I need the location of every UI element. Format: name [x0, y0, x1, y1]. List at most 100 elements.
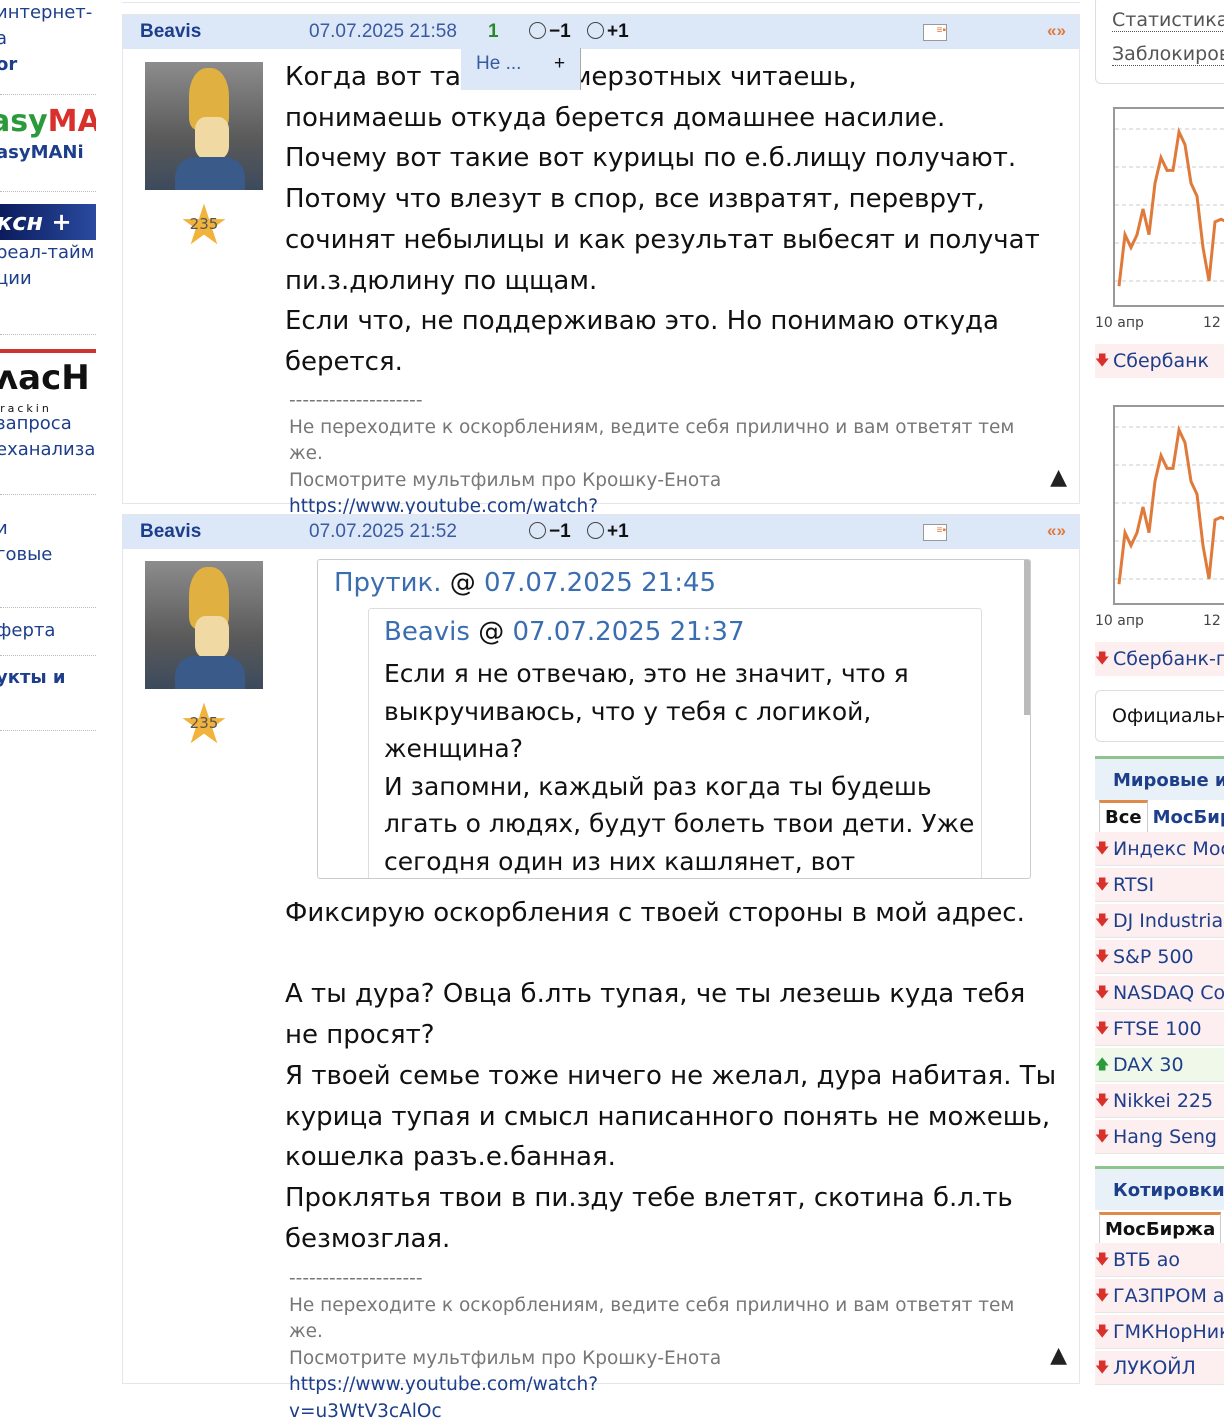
popup-label[interactable]: Не ...	[476, 53, 521, 75]
vote-plus-radio[interactable]: +1	[587, 21, 629, 43]
chart-ticker-sberbank[interactable]: 🡇 Сбербанк	[1095, 344, 1224, 378]
right-sidebar: Статистика п Заблокирова 10 апр 12 🡇Сбер…	[1095, 0, 1224, 1392]
ticker-name[interactable]: ГАЗПРОМ ао	[1113, 1285, 1224, 1307]
stock-chart[interactable]	[1113, 405, 1224, 605]
ticker-row[interactable]: 🡇 ЛУКОЙЛ	[1095, 1351, 1224, 1385]
ticker-row[interactable]: 🡇 FTSE 100	[1095, 1012, 1224, 1046]
arrow-down-icon: 🡇	[1095, 1021, 1110, 1037]
warning-icon[interactable]: ▲	[1050, 465, 1067, 490]
sidebar-text[interactable]: or	[0, 52, 96, 78]
ticker-name[interactable]: Индекс МосБ	[1113, 838, 1224, 860]
ticker-row[interactable]: 🡇 Nikkei 225	[1095, 1084, 1224, 1118]
ticker-row[interactable]: 🡇 RTSI	[1095, 868, 1224, 902]
post-date[interactable]: 07.07.2025 21:58	[309, 21, 457, 43]
arrow-down-icon: 🡇	[1095, 913, 1110, 929]
blocked-link[interactable]: Заблокирова	[1112, 43, 1224, 66]
arrow-down-icon: 🡇	[1095, 949, 1110, 965]
avatar[interactable]	[145, 62, 263, 190]
ticker-row[interactable]: 🡇 ГМКНорНик	[1095, 1315, 1224, 1349]
sidebar-text[interactable]: реал-тайм	[0, 240, 96, 266]
sidebar-block[interactable]: и говые	[0, 516, 96, 608]
avatar[interactable]	[145, 561, 263, 689]
post-author[interactable]: Beavis	[140, 21, 201, 43]
ticker-name[interactable]: Hang Seng	[1113, 1126, 1217, 1148]
sidebar-text[interactable]: интернет-	[0, 0, 96, 26]
quote-icon[interactable]: «»	[1047, 21, 1066, 41]
post-text: Фиксирую оскорбления с твоей стороны в м…	[285, 898, 1057, 1254]
sidebar-block-tracking[interactable]: ʌacHTrackin запроса еханализа	[0, 345, 96, 495]
chart-ticker-sberbank-p[interactable]: 🡇 Сбербанк-п	[1095, 642, 1224, 676]
quote-author[interactable]: Прутик.	[334, 568, 441, 598]
rating-popup[interactable]: Не ... +	[461, 48, 581, 90]
ticker-row[interactable]: 🡅 DAX 30	[1095, 1048, 1224, 1082]
popup-plus-button[interactable]: +	[554, 53, 565, 75]
sidebar-text[interactable]: ции	[0, 266, 96, 292]
ticker-row[interactable]: 🡇 ГАЗПРОМ ао	[1095, 1279, 1224, 1313]
ticker-row[interactable]: 🡇NASDAQ Con	[1095, 976, 1224, 1010]
vote-minus-radio[interactable]: −1	[529, 521, 571, 543]
quote-date[interactable]: 07.07.2025 21:45	[484, 568, 716, 598]
ticker-name[interactable]: ВТБ ао	[1113, 1249, 1180, 1271]
vote-minus-radio[interactable]: −1	[529, 21, 571, 43]
tab-all[interactable]: Все	[1099, 800, 1148, 833]
quote-icon[interactable]: «»	[1047, 521, 1066, 541]
quote-author[interactable]: Beavis	[384, 617, 470, 647]
report-icon[interactable]: ≡▪	[923, 24, 947, 41]
vote-plus-radio[interactable]: +1	[587, 521, 629, 543]
quote-block[interactable]: Прутик. @ 07.07.2025 21:45 Beavis @ 07.0…	[317, 559, 1031, 879]
sidebar-text[interactable]: и	[0, 516, 96, 542]
previous-post-edge	[122, 0, 1080, 3]
ticker-row[interactable]: 🡇 S&P 500	[1095, 940, 1224, 974]
ticker-row[interactable]: 🡇 ВТБ ао	[1095, 1243, 1224, 1277]
sidebar-block-metastock[interactable]: ксн + реал-тайм ции	[0, 200, 96, 335]
easymani-logo[interactable]: asyMAN	[0, 104, 96, 140]
tracking-logo[interactable]: ʌacHTrackin	[0, 349, 96, 415]
ticker-name[interactable]: NASDAQ Con	[1113, 982, 1224, 1004]
ticker-name[interactable]: ЛУКОЙЛ	[1113, 1357, 1196, 1379]
sidebar-block-easymani[interactable]: asyMAN asyMANi	[0, 100, 96, 192]
metastock-logo[interactable]: ксн +	[0, 204, 96, 240]
sidebar-text[interactable]: укты и	[0, 665, 96, 691]
arrow-down-icon: 🡇	[1095, 1093, 1110, 1109]
ticker-name[interactable]: ГМКНорНик	[1113, 1321, 1224, 1343]
post-header: Beavis 07.07.2025 21:58 1 −1 +1 ≡▪ «»	[123, 15, 1079, 49]
youtube-link[interactable]: https://www.youtube.com/watch? v=u3WtV3c…	[289, 1374, 598, 1422]
sidebar-text[interactable]: еханализа	[0, 437, 96, 463]
ticker-row[interactable]: 🡇 Hang Seng	[1095, 1120, 1224, 1154]
post-date[interactable]: 07.07.2025 21:52	[309, 521, 457, 543]
x-tick-label: 12	[1203, 315, 1221, 331]
ticker-name[interactable]: Nikkei 225	[1113, 1090, 1213, 1112]
sidebar-text[interactable]: запроса	[0, 411, 96, 437]
sidebar-text[interactable]: говые	[0, 542, 96, 568]
warning-icon[interactable]: ▲	[1050, 1343, 1067, 1368]
price-line	[1117, 126, 1224, 287]
ticker-name[interactable]: RTSI	[1113, 874, 1154, 896]
sidebar-block[interactable]: интернет- а or	[0, 0, 96, 95]
forum-post: Beavis 07.07.2025 21:58 1 −1 +1 ≡▪ «» ★ 2…	[122, 14, 1080, 544]
post-author[interactable]: Beavis	[140, 521, 201, 543]
rating-star-icon: ★ 235	[178, 692, 230, 757]
ticker-name[interactable]: DAX 30	[1113, 1054, 1184, 1076]
ticker-name[interactable]: DJ Industrial	[1113, 910, 1224, 932]
sidebar-block[interactable]: ферта	[0, 618, 96, 656]
sidebar-text[interactable]: а	[0, 26, 96, 52]
arrow-down-icon: 🡇	[1095, 1288, 1110, 1304]
quote-scrollbar[interactable]	[1024, 560, 1030, 715]
quote-date[interactable]: 07.07.2025 21:37	[512, 617, 744, 647]
official-box[interactable]: Официальны	[1095, 690, 1224, 742]
ticker-name[interactable]: FTSE 100	[1113, 1018, 1202, 1040]
ticker-row[interactable]: 🡇 DJ Industrial	[1095, 904, 1224, 938]
x-tick-label: 10 апр	[1095, 613, 1144, 629]
sidebar-block[interactable]: укты и	[0, 665, 96, 731]
stats-link[interactable]: Статистика п	[1112, 9, 1224, 32]
tab-moex[interactable]: МосБиржа	[1099, 1212, 1222, 1245]
ticker-row[interactable]: 🡇Индекс МосБ	[1095, 832, 1224, 866]
ticker-name[interactable]: S&P 500	[1113, 946, 1194, 968]
tab-moex[interactable]: МосБирж	[1148, 803, 1224, 833]
post-text: Когда вот таких вот мерзотных читаешь, п…	[285, 62, 1040, 377]
stock-chart[interactable]	[1113, 107, 1224, 307]
sidebar-text[interactable]: ферта	[0, 618, 96, 644]
post-rating: 1	[488, 21, 499, 42]
report-icon[interactable]: ≡▪	[923, 524, 947, 541]
sidebar-text[interactable]: asyMANi	[0, 140, 96, 166]
